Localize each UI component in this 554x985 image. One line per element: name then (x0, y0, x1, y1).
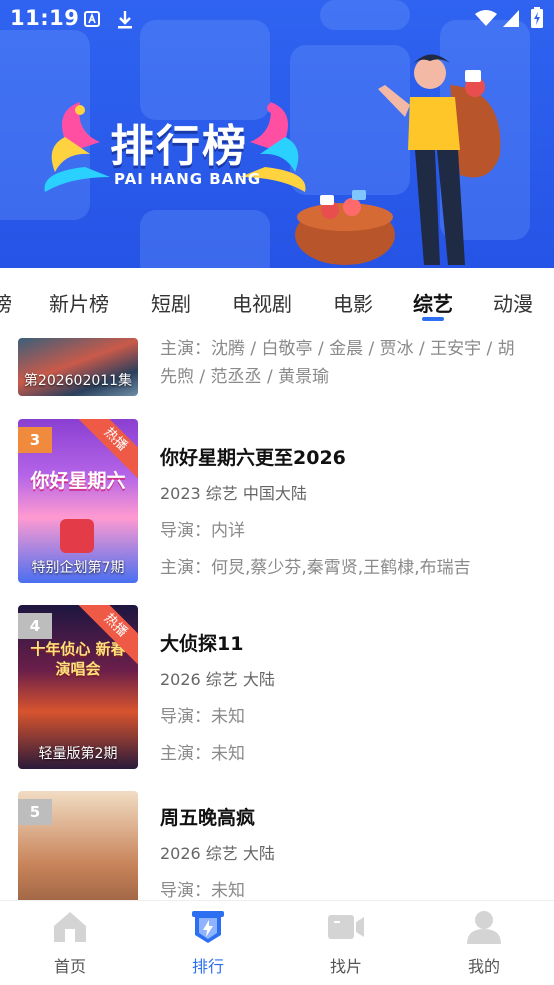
notification-a-icon (84, 11, 100, 27)
status-time: 11:19 (10, 6, 80, 30)
video-camera-icon (328, 915, 364, 939)
poster-image: 十年侦心 新春演唱会 4 热播 轻量版第2期 (18, 605, 138, 769)
tab-variety[interactable]: 综艺 (413, 288, 453, 317)
nav-home-label: 首页 (53, 957, 86, 976)
rank-badge: 4 (18, 613, 52, 639)
nav-discover-label: 找片 (329, 957, 362, 976)
poster-logo (60, 519, 94, 553)
item-meta: 2026 综艺 大陆 (160, 844, 275, 863)
list-item[interactable]: 第202602011集 主演：沈腾 / 白敬亭 / 金晨 / 贾冰 / 王安宇 … (0, 330, 554, 400)
item-title[interactable]: 周五晚高疯 (160, 803, 275, 830)
character-illustration (295, 54, 501, 265)
nav-profile[interactable]: 我的 (434, 909, 534, 977)
item-info: 周五晚高疯 2026 综艺 大陆 导演：未知 (160, 803, 275, 900)
tab-anime[interactable]: 动漫 (493, 288, 533, 317)
nav-ranking-label: 排行 (191, 957, 224, 976)
tab-short-drama[interactable]: 短剧 (151, 288, 191, 317)
nav-home[interactable]: 首页 (20, 909, 120, 977)
item-info: 大侦探11 2026 综艺 大陆 导演：未知 主演：未知 (160, 629, 275, 764)
list-item[interactable]: 十年侦心 新春演唱会 4 热播 轻量版第2期 大侦探11 2026 综艺 大陆 … (0, 605, 554, 775)
tab-tv-series[interactable]: 电视剧 (232, 288, 292, 317)
wifi-icon (475, 10, 497, 26)
tab-new-releases[interactable]: 新片榜 (49, 288, 109, 317)
battery-charging-icon (531, 7, 543, 28)
poster-image: 第202602011集 (18, 338, 138, 396)
bottom-navigation: 首页 排行 找片 我的 (0, 900, 554, 985)
poster-artwork: 十年侦心 新春演唱会 (30, 640, 126, 678)
home-icon (54, 912, 86, 942)
poster-image: 你好星期六 3 热播 特别企划第7期 (18, 419, 138, 583)
rank-badge: 3 (18, 427, 52, 453)
item-director: 导演：内详 (160, 521, 245, 541)
item-title[interactable]: 大侦探11 (160, 629, 275, 656)
ranking-banner: 排行榜 PAI HANG BANG (0, 0, 554, 268)
category-tabs: 榜 新片榜 短剧 电视剧 电影 综艺 动漫 (0, 268, 554, 330)
banner-subtitle: PAI HANG BANG (114, 170, 262, 188)
episode-label: 特别企划第7期 (31, 560, 125, 576)
cellular-signal-icon (503, 10, 519, 27)
ranking-icon (192, 911, 224, 943)
nav-discover[interactable]: 找片 (296, 909, 396, 977)
item-meta: 2023 综艺 中国大陆 (160, 484, 307, 503)
banner-title: 排行榜 (110, 121, 248, 172)
poster-image: 5 (18, 791, 138, 900)
item-cast: 主演：何炅,蔡少芬,秦霄贤,王鹤棣,布瑞吉 (160, 558, 471, 578)
cast-text: 主演：沈腾 / 白敬亭 / 金晨 / 贾冰 / 王安宇 / 胡先煦 / 范丞丞 … (160, 339, 515, 387)
nav-ranking[interactable]: 排行 (158, 909, 258, 977)
list-item[interactable]: 5 周五晚高疯 2026 综艺 大陆 导演：未知 (0, 791, 554, 900)
item-director: 导演：未知 (160, 881, 245, 900)
active-tab-indicator (422, 317, 444, 321)
item-director: 导演：未知 (160, 707, 245, 727)
download-icon (118, 11, 132, 29)
item-title[interactable]: 你好星期六更至2026 (160, 443, 471, 470)
episode-label: 第202602011集 (23, 373, 133, 389)
item-meta: 2026 综艺 大陆 (160, 670, 275, 689)
rank-badge: 5 (18, 799, 52, 825)
list-item[interactable]: 你好星期六 3 热播 特别企划第7期 你好星期六更至2026 2023 综艺 中… (0, 419, 554, 589)
user-icon (467, 911, 501, 944)
ranking-list[interactable]: 第202602011集 主演：沈腾 / 白敬亭 / 金晨 / 贾冰 / 王安宇 … (0, 330, 554, 900)
poster-artwork: 你好星期六 (30, 470, 126, 492)
item-cast: 主演：未知 (160, 744, 245, 764)
tab-movies[interactable]: 电影 (333, 288, 373, 317)
status-bar: 11:19 (0, 0, 554, 38)
episode-label: 轻量版第2期 (38, 746, 118, 762)
tab-partial[interactable]: 榜 (0, 288, 12, 317)
nav-profile-label: 我的 (467, 957, 500, 976)
item-info: 你好星期六更至2026 2023 综艺 中国大陆 导演：内详 主演：何炅,蔡少芬… (160, 443, 471, 578)
